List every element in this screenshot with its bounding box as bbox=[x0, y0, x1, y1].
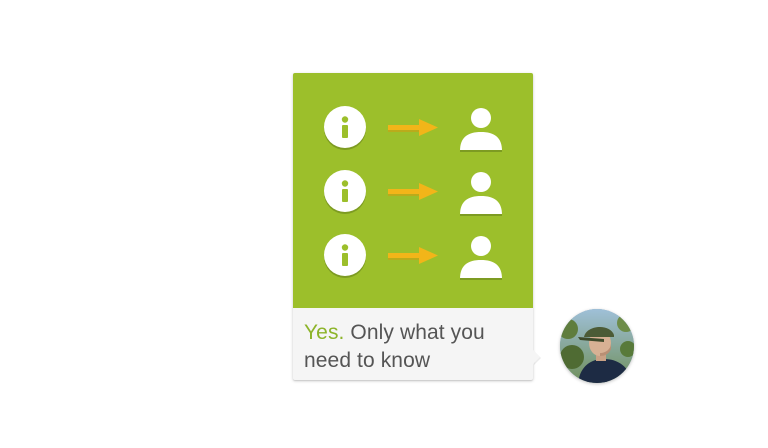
person-icon bbox=[460, 236, 502, 280]
message-bubble: Yes. Only what you need to know bbox=[293, 73, 533, 380]
arrow-right-icon bbox=[388, 247, 438, 264]
illustration-row bbox=[323, 106, 503, 152]
person-icon bbox=[460, 108, 502, 152]
info-icon bbox=[324, 170, 366, 214]
info-to-person-illustration bbox=[293, 73, 533, 308]
message-text: Yes. Only what you need to know bbox=[293, 308, 533, 380]
info-icon bbox=[324, 106, 366, 150]
avatar bbox=[560, 309, 634, 383]
message-highlight: Yes. bbox=[304, 321, 345, 344]
info-icon bbox=[324, 234, 366, 278]
user-photo-image bbox=[560, 309, 634, 383]
onboarding-screen: Yes. Only what you need to know bbox=[0, 0, 768, 448]
arrow-right-icon bbox=[388, 183, 438, 200]
illustration-row bbox=[323, 234, 503, 280]
person-icon bbox=[460, 172, 502, 216]
arrow-right-icon bbox=[388, 119, 438, 136]
illustration-row bbox=[323, 170, 503, 216]
